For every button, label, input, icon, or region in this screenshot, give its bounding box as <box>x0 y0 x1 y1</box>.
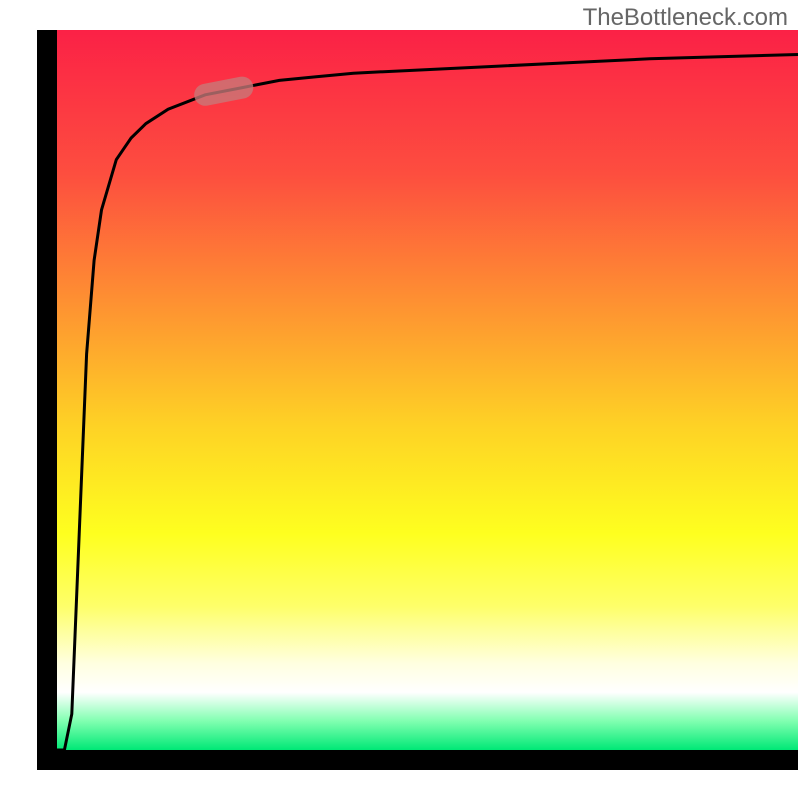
frame-bottom <box>37 750 798 770</box>
highlight-segment <box>205 88 242 95</box>
gradient-background <box>57 30 798 750</box>
bottleneck-chart <box>0 0 800 800</box>
frame-left <box>37 30 57 770</box>
watermark-text: TheBottleneck.com <box>583 4 788 32</box>
chart-container: TheBottleneck.com <box>0 0 800 800</box>
